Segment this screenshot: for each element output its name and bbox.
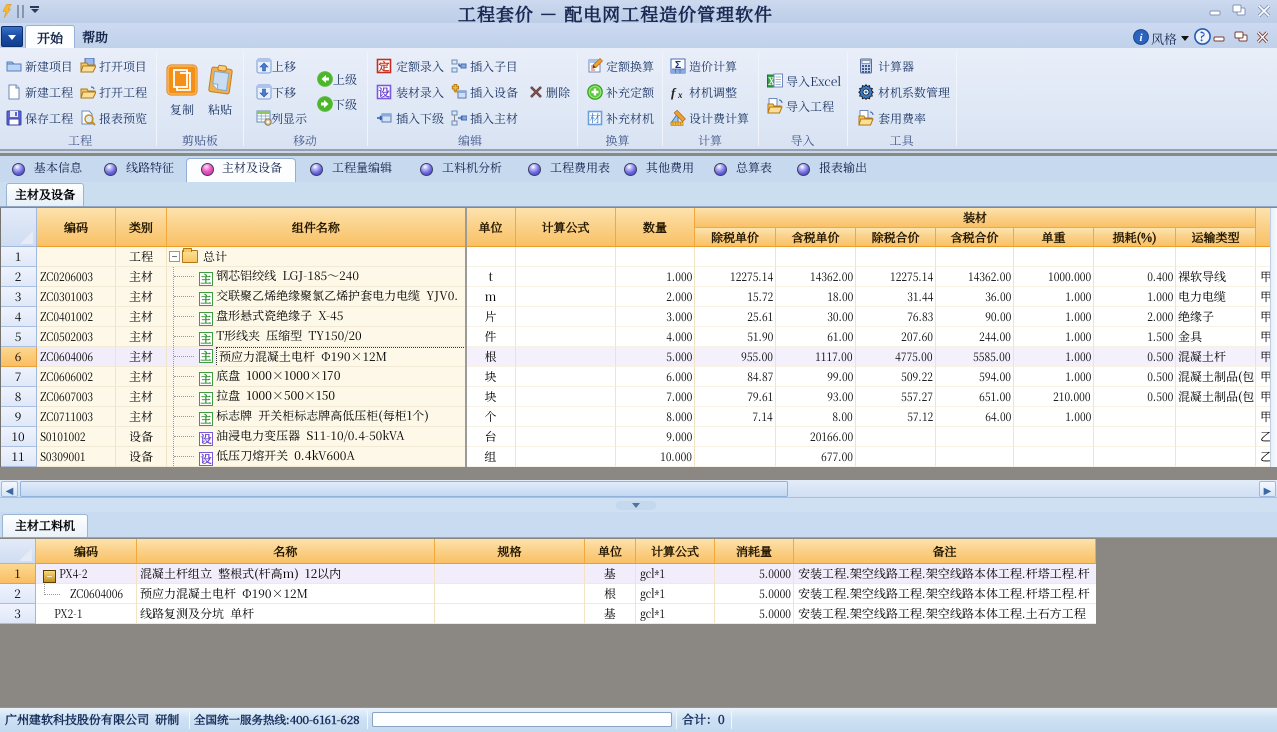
svg-text:设: 设	[379, 85, 391, 101]
svg-text:定: 定	[379, 59, 390, 75]
svg-text:材: 材	[590, 111, 601, 127]
svg-text:?: ?	[1199, 28, 1205, 45]
svg-text:Σ: Σ	[675, 58, 681, 72]
svg-text:f: f	[671, 85, 677, 100]
svg-text:x: x	[677, 90, 683, 100]
